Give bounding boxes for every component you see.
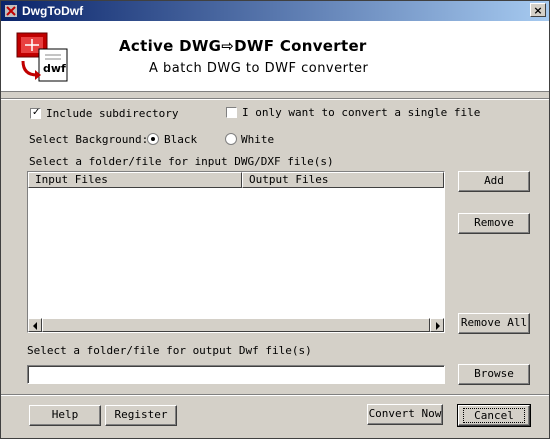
white-radio-label[interactable]: White — [241, 133, 274, 146]
top-divider — [1, 98, 549, 100]
add-button[interactable]: Add — [458, 171, 530, 192]
output-files-label: Select a folder/file for output Dwf file… — [27, 344, 312, 357]
input-files-label: Select a folder/file for input DWG/DXF f… — [29, 155, 334, 168]
column-header-input-files[interactable]: Input Files — [28, 172, 242, 188]
dwgtodwf-window: DwgToDwf × dwf Active DWG⇨DWF Converter … — [0, 0, 550, 439]
input-files-list[interactable]: Input Files Output Files — [27, 171, 445, 333]
single-file-checkbox[interactable] — [226, 107, 237, 118]
arrow-left-icon — [33, 322, 37, 330]
close-button[interactable]: × — [530, 3, 546, 17]
include-subdirectory-checkbox[interactable]: ✓ — [30, 107, 41, 119]
register-button[interactable]: Register — [105, 405, 177, 426]
arrow-right-icon — [436, 322, 440, 330]
black-radio[interactable] — [147, 133, 159, 145]
dwg-to-dwf-logo-icon: dwf — [16, 32, 68, 82]
remove-all-button[interactable]: Remove All — [458, 313, 530, 334]
scroll-left-button[interactable] — [28, 318, 42, 332]
horizontal-scrollbar[interactable] — [28, 318, 444, 332]
single-file-label[interactable]: I only want to convert a single file — [242, 106, 480, 119]
background-label: Select Background: — [29, 133, 149, 146]
white-radio[interactable] — [225, 133, 237, 145]
header-banner: dwf Active DWG⇨DWF Converter A batch DWG… — [1, 21, 549, 92]
remove-button[interactable]: Remove — [458, 213, 530, 234]
scroll-thumb[interactable] — [42, 318, 430, 332]
logo-text: dwf — [43, 62, 66, 75]
include-subdirectory-label[interactable]: Include subdirectory — [46, 107, 178, 120]
black-radio-label[interactable]: Black — [164, 133, 197, 146]
radio-selected-icon — [151, 137, 155, 141]
app-heading: Active DWG⇨DWF Converter — [119, 37, 367, 55]
scroll-right-button[interactable] — [430, 318, 444, 332]
convert-now-button[interactable]: Convert Now — [367, 404, 443, 425]
title-bar[interactable]: DwgToDwf × — [1, 1, 549, 21]
window-title: DwgToDwf — [22, 4, 84, 18]
output-path-field[interactable] — [27, 365, 445, 384]
column-header-output-files[interactable]: Output Files — [242, 172, 444, 188]
browse-button[interactable]: Browse — [458, 364, 530, 385]
cancel-button[interactable]: Cancel — [457, 404, 531, 427]
app-icon — [5, 5, 17, 17]
checkmark-icon: ✓ — [32, 107, 41, 118]
bottom-divider — [1, 394, 549, 396]
app-subheading: A batch DWG to DWF converter — [149, 61, 369, 76]
cancel-button-label: Cancel — [463, 408, 525, 423]
close-icon: × — [533, 4, 543, 17]
help-button[interactable]: Help — [29, 405, 101, 426]
